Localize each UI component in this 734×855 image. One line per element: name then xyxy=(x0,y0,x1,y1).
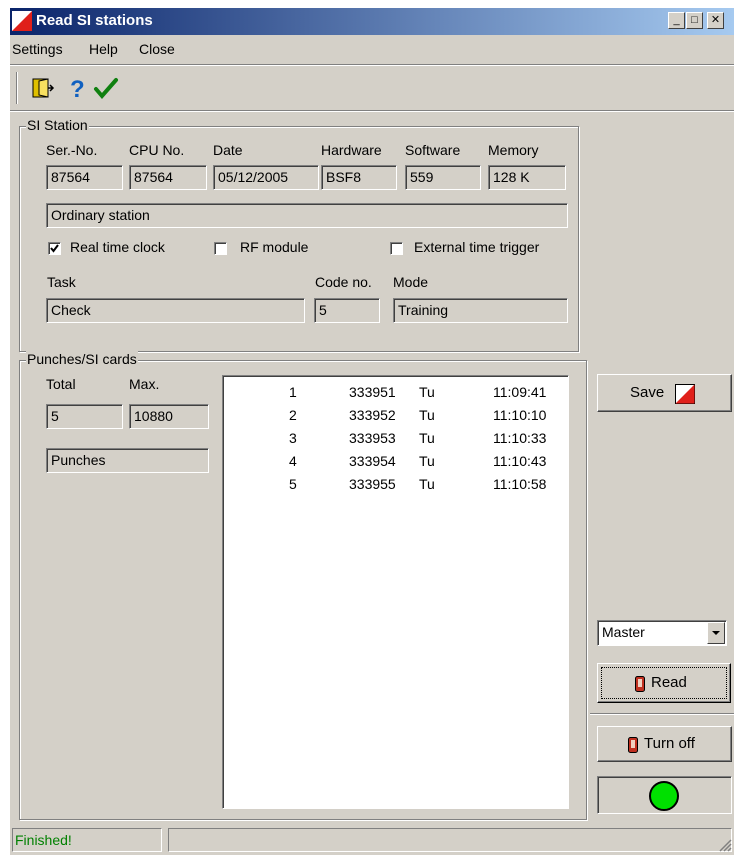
maximize-button[interactable]: □ xyxy=(686,12,703,29)
punch-code: 333955 xyxy=(349,476,396,492)
memory-field: 128 K xyxy=(488,165,566,190)
software-label: Software xyxy=(405,142,461,158)
menu-bar: Settings Help Close xyxy=(10,38,734,60)
list-item[interactable]: 1 333951 Tu 11:09:41 xyxy=(223,382,563,405)
date-label: Date xyxy=(213,142,243,158)
task-field: Check xyxy=(46,298,305,323)
list-item[interactable]: 4 333954 Tu 11:10:43 xyxy=(223,451,563,474)
real-time-clock-label[interactable]: Real time clock xyxy=(70,239,165,255)
resize-grip-icon[interactable] xyxy=(718,838,732,852)
read-button[interactable]: Read xyxy=(597,663,731,703)
external-time-trigger-checkbox[interactable] xyxy=(390,242,403,255)
save-flag-icon xyxy=(675,384,695,404)
real-time-clock-checkbox[interactable] xyxy=(48,242,61,255)
punch-day: Tu xyxy=(419,384,435,400)
toolbar: ? xyxy=(10,68,734,108)
master-select-value: Master xyxy=(602,624,645,640)
menu-separator xyxy=(10,64,734,66)
dropdown-arrow-button[interactable] xyxy=(707,622,725,644)
list-item[interactable]: 5 333955 Tu 11:10:58 xyxy=(223,474,563,497)
punch-time: 11:10:58 xyxy=(493,476,547,492)
hardware-field: BSF8 xyxy=(321,165,397,190)
right-panel-separator xyxy=(590,713,734,715)
menu-settings[interactable]: Settings xyxy=(12,41,63,57)
rf-module-label[interactable]: RF module xyxy=(240,239,308,255)
max-field: 10880 xyxy=(129,404,209,429)
task-label: Task xyxy=(47,274,76,290)
turn-off-button-label: Turn off xyxy=(644,735,695,752)
serial-label: Ser.-No. xyxy=(46,142,98,158)
status-panel-empty xyxy=(168,828,732,852)
si-card-icon xyxy=(628,737,638,753)
punch-no: 3 xyxy=(289,430,297,446)
total-field: 5 xyxy=(46,404,123,429)
si-station-group-title: SI Station xyxy=(26,117,89,133)
punch-code: 333951 xyxy=(349,384,396,400)
toolbar-separator xyxy=(10,110,734,112)
code-no-field: 5 xyxy=(314,298,380,323)
list-item[interactable]: 3 333953 Tu 11:10:33 xyxy=(223,428,563,451)
app-icon xyxy=(12,11,32,31)
title-bar[interactable]: Read SI stations _ □ ✕ xyxy=(10,8,734,35)
punch-time: 11:10:43 xyxy=(493,453,547,469)
mode-label: Mode xyxy=(393,274,429,290)
punch-no: 4 xyxy=(289,453,297,469)
punch-day: Tu xyxy=(419,407,435,423)
punches-group-title: Punches/SI cards xyxy=(26,351,138,367)
software-field: 559 xyxy=(405,165,481,190)
code-no-label: Code no. xyxy=(315,274,372,290)
read-button-label: Read xyxy=(651,674,687,691)
punch-type-field: Punches xyxy=(46,448,209,473)
punch-day: Tu xyxy=(419,476,435,492)
mode-field: Training xyxy=(393,298,568,323)
list-item[interactable]: 2 333952 Tu 11:10:10 xyxy=(223,405,563,428)
punch-no: 2 xyxy=(289,407,297,423)
cpu-field: 87564 xyxy=(129,165,207,190)
punch-code: 333953 xyxy=(349,430,396,446)
read-si-stations-window: Read SI stations _ □ ✕ Settings Help Clo… xyxy=(10,8,734,855)
punch-code: 333954 xyxy=(349,453,396,469)
punch-day: Tu xyxy=(419,453,435,469)
punch-code: 333952 xyxy=(349,407,396,423)
punch-no: 5 xyxy=(289,476,297,492)
punch-time: 11:10:33 xyxy=(493,430,547,446)
station-type-field: Ordinary station xyxy=(46,203,568,228)
punch-time: 11:10:10 xyxy=(493,407,547,423)
date-field: 05/12/2005 xyxy=(213,165,319,190)
turn-off-button[interactable]: Turn off xyxy=(597,726,732,762)
toolbar-grip xyxy=(16,72,18,104)
menu-help[interactable]: Help xyxy=(89,41,118,57)
exit-door-icon[interactable] xyxy=(28,74,56,102)
checkmark-icon[interactable] xyxy=(92,74,120,102)
window-title: Read SI stations xyxy=(36,12,153,29)
status-text: Finished! xyxy=(12,828,162,852)
status-light-icon xyxy=(649,781,679,811)
menu-close[interactable]: Close xyxy=(139,41,175,57)
help-question-icon[interactable]: ? xyxy=(62,74,90,102)
si-card-icon xyxy=(635,676,645,692)
max-label: Max. xyxy=(129,376,160,392)
chevron-down-icon xyxy=(712,631,720,635)
master-select[interactable]: Master xyxy=(597,620,727,646)
external-time-trigger-label[interactable]: External time trigger xyxy=(414,239,539,255)
save-button[interactable]: Save xyxy=(597,374,732,412)
status-indicator-panel xyxy=(597,776,732,814)
memory-label: Memory xyxy=(488,142,539,158)
minimize-button[interactable]: _ xyxy=(668,12,685,29)
punches-list[interactable]: 1 333951 Tu 11:09:41 2 333952 Tu 11:10:1… xyxy=(222,375,569,809)
close-window-button[interactable]: ✕ xyxy=(707,12,724,29)
punch-time: 11:09:41 xyxy=(493,384,547,400)
checkmark-icon xyxy=(50,244,59,253)
punch-day: Tu xyxy=(419,430,435,446)
hardware-label: Hardware xyxy=(321,142,382,158)
save-button-label: Save xyxy=(630,384,665,401)
cpu-label: CPU No. xyxy=(129,142,185,158)
rf-module-checkbox[interactable] xyxy=(214,242,227,255)
svg-text:?: ? xyxy=(70,76,85,102)
total-label: Total xyxy=(46,376,76,392)
serial-field: 87564 xyxy=(46,165,123,190)
punch-no: 1 xyxy=(289,384,297,400)
